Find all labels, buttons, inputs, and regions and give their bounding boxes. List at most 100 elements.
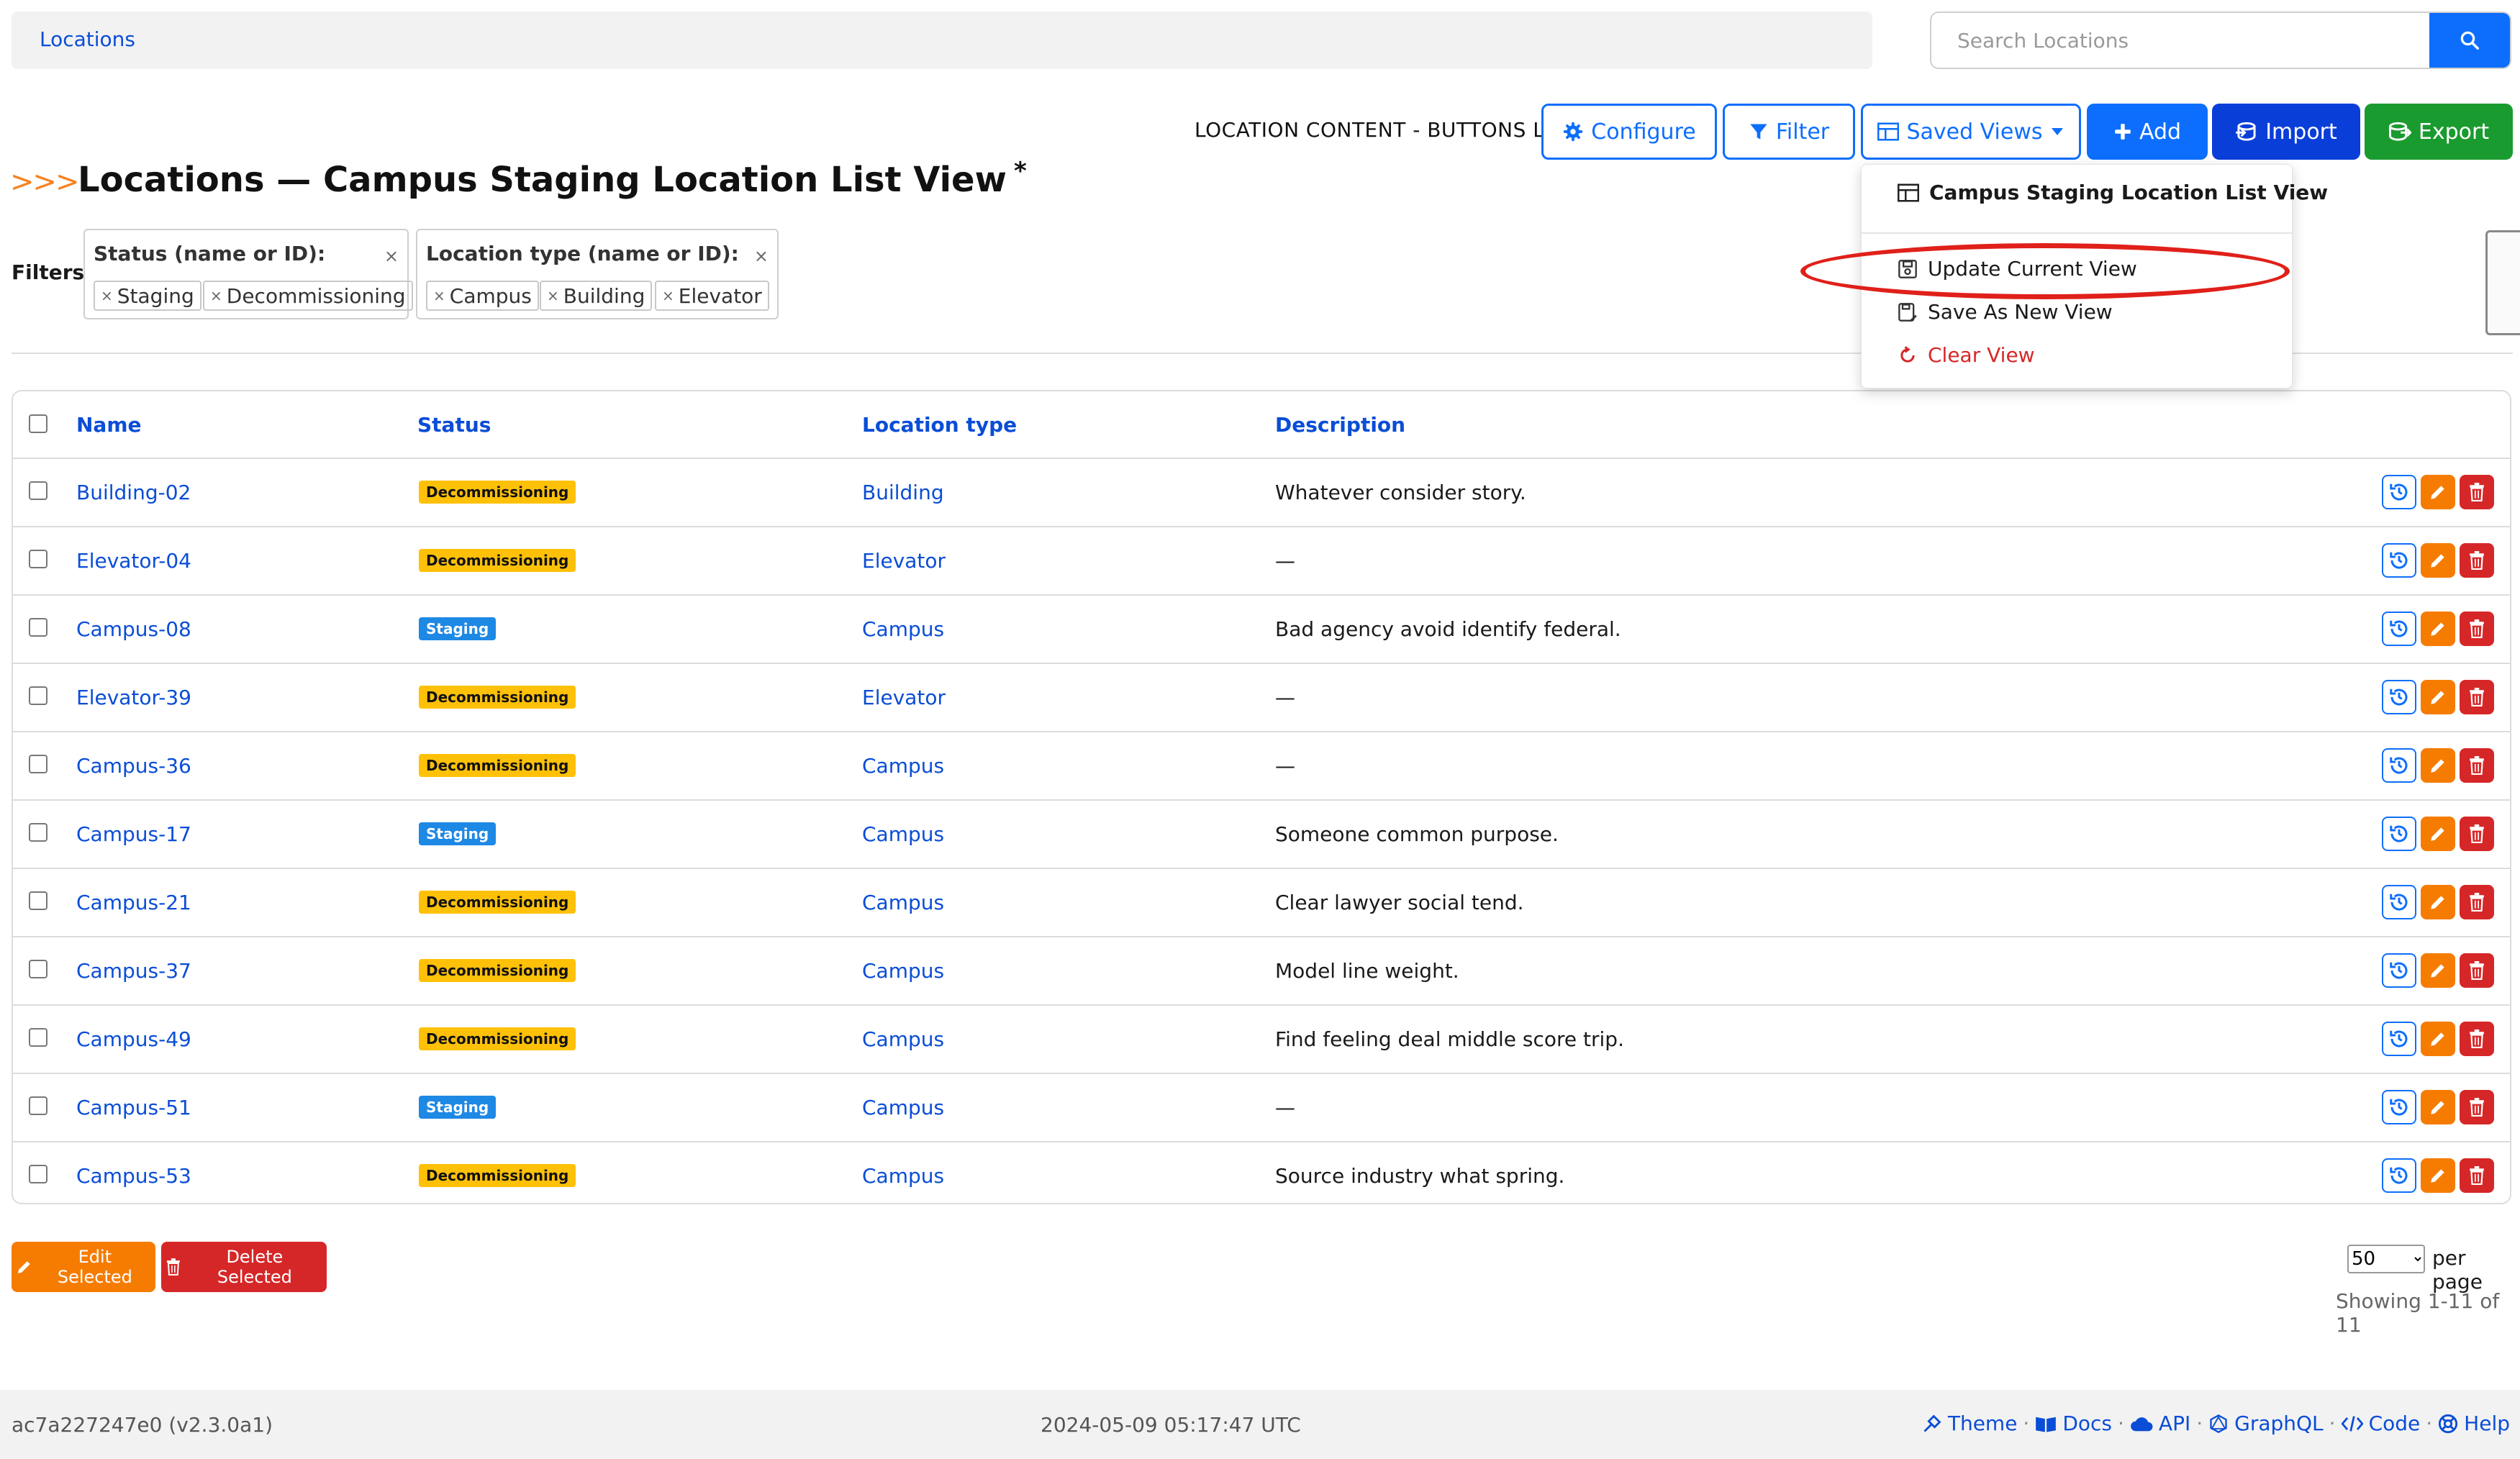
footer-link-theme[interactable]: Theme	[1922, 1412, 2017, 1435]
location-name-link[interactable]: Elevator-04	[76, 549, 191, 573]
edit-button[interactable]	[2421, 475, 2455, 509]
column-header-status[interactable]: Status	[417, 413, 491, 437]
location-name-link[interactable]: Campus-53	[76, 1164, 191, 1188]
delete-button[interactable]	[2460, 748, 2494, 783]
filter-location-type-remove-icon[interactable]: ×	[754, 246, 769, 266]
row-checkbox[interactable]	[29, 686, 47, 705]
column-header-description[interactable]: Description	[1275, 413, 1405, 437]
changelog-button[interactable]	[2382, 953, 2416, 988]
changelog-button[interactable]	[2382, 543, 2416, 578]
search-input[interactable]	[1931, 13, 2431, 68]
location-type-link[interactable]: Campus	[862, 959, 944, 983]
edit-selected-button[interactable]: Edit Selected	[12, 1242, 155, 1292]
chip-remove-icon[interactable]: ×	[547, 287, 559, 304]
changelog-button[interactable]	[2382, 680, 2416, 714]
delete-button[interactable]	[2460, 1022, 2494, 1056]
location-type-link[interactable]: Building	[862, 481, 944, 504]
row-checkbox[interactable]	[29, 960, 47, 978]
edit-button[interactable]	[2421, 1158, 2455, 1193]
chip-remove-icon[interactable]: ×	[433, 287, 445, 304]
location-type-link[interactable]: Campus	[862, 754, 944, 778]
edit-button[interactable]	[2421, 885, 2455, 919]
breadcrumb-locations-link[interactable]: Locations	[40, 27, 135, 51]
changelog-button[interactable]	[2382, 748, 2416, 783]
edit-button[interactable]	[2421, 612, 2455, 646]
location-name-link[interactable]: Building-02	[76, 481, 191, 504]
chip-remove-icon[interactable]: ×	[101, 287, 113, 304]
filter-chip[interactable]: × Campus	[426, 281, 539, 311]
location-name-link[interactable]: Campus-08	[76, 617, 191, 641]
filter-chip[interactable]: × Decommissioning	[203, 281, 413, 311]
column-header-location-type[interactable]: Location type	[862, 413, 1017, 437]
edit-button[interactable]	[2421, 1022, 2455, 1056]
menu-item-current-view[interactable]: Campus Staging Location List View	[1898, 181, 2328, 204]
row-checkbox[interactable]	[29, 618, 47, 637]
saved-views-button[interactable]: Saved Views	[1861, 104, 2081, 160]
location-name-link[interactable]: Elevator-39	[76, 686, 191, 709]
filter-chip[interactable]: × Building	[540, 281, 653, 311]
search-button[interactable]	[2429, 13, 2510, 68]
footer-link-docs[interactable]: Docs	[2035, 1412, 2112, 1435]
footer-link-graphql[interactable]: GraphQL	[2208, 1412, 2324, 1435]
delete-button[interactable]	[2460, 1090, 2494, 1124]
location-name-link[interactable]: Campus-49	[76, 1027, 191, 1051]
edit-button[interactable]	[2421, 680, 2455, 714]
row-checkbox[interactable]	[29, 1028, 47, 1047]
chip-remove-icon[interactable]: ×	[210, 287, 222, 304]
filter-status-remove-icon[interactable]: ×	[384, 246, 399, 266]
location-name-link[interactable]: Campus-51	[76, 1096, 191, 1119]
per-page-select[interactable]: 50	[2347, 1245, 2425, 1273]
changelog-button[interactable]	[2382, 612, 2416, 646]
import-button[interactable]: Import	[2212, 104, 2360, 160]
filter-chip[interactable]: × Elevator	[655, 281, 769, 311]
location-type-link[interactable]: Campus	[862, 1027, 944, 1051]
select-all-checkbox[interactable]	[29, 414, 47, 433]
delete-button[interactable]	[2460, 885, 2494, 919]
menu-item-save-as-new-view[interactable]: Save As New View	[1898, 300, 2113, 324]
column-header-name[interactable]: Name	[76, 413, 142, 437]
row-checkbox[interactable]	[29, 823, 47, 842]
edit-button[interactable]	[2421, 1090, 2455, 1124]
row-checkbox[interactable]	[29, 481, 47, 500]
changelog-button[interactable]	[2382, 1022, 2416, 1056]
changelog-button[interactable]	[2382, 817, 2416, 851]
add-button[interactable]: Add	[2087, 104, 2208, 160]
location-name-link[interactable]: Campus-36	[76, 754, 191, 778]
row-checkbox[interactable]	[29, 755, 47, 773]
location-type-link[interactable]: Elevator	[862, 686, 946, 709]
delete-button[interactable]	[2460, 543, 2494, 578]
filter-chip[interactable]: × Staging	[94, 281, 201, 311]
delete-button[interactable]	[2460, 680, 2494, 714]
edit-button[interactable]	[2421, 543, 2455, 578]
configure-button[interactable]: Configure	[1541, 104, 1717, 160]
chip-remove-icon[interactable]: ×	[662, 287, 674, 304]
side-drawer-tab[interactable]	[2485, 230, 2520, 335]
footer-link-code[interactable]: Code	[2341, 1412, 2420, 1435]
delete-button[interactable]	[2460, 612, 2494, 646]
changelog-button[interactable]	[2382, 1158, 2416, 1193]
delete-button[interactable]	[2460, 953, 2494, 988]
edit-button[interactable]	[2421, 817, 2455, 851]
location-type-link[interactable]: Campus	[862, 891, 944, 914]
location-type-link[interactable]: Campus	[862, 1096, 944, 1119]
location-type-link[interactable]: Campus	[862, 1164, 944, 1188]
location-type-link[interactable]: Elevator	[862, 549, 946, 573]
changelog-button[interactable]	[2382, 475, 2416, 509]
menu-item-clear-view[interactable]: Clear View	[1898, 343, 2035, 367]
location-type-link[interactable]: Campus	[862, 822, 944, 846]
edit-button[interactable]	[2421, 953, 2455, 988]
delete-selected-button[interactable]: Delete Selected	[161, 1242, 327, 1292]
delete-button[interactable]	[2460, 475, 2494, 509]
filter-button[interactable]: Filter	[1723, 104, 1855, 160]
location-name-link[interactable]: Campus-17	[76, 822, 191, 846]
location-name-link[interactable]: Campus-21	[76, 891, 191, 914]
location-type-link[interactable]: Campus	[862, 617, 944, 641]
export-button[interactable]: Export	[2365, 104, 2513, 160]
row-checkbox[interactable]	[29, 550, 47, 568]
edit-button[interactable]	[2421, 748, 2455, 783]
delete-button[interactable]	[2460, 817, 2494, 851]
location-name-link[interactable]: Campus-37	[76, 959, 191, 983]
changelog-button[interactable]	[2382, 885, 2416, 919]
row-checkbox[interactable]	[29, 1096, 47, 1115]
delete-button[interactable]	[2460, 1158, 2494, 1193]
